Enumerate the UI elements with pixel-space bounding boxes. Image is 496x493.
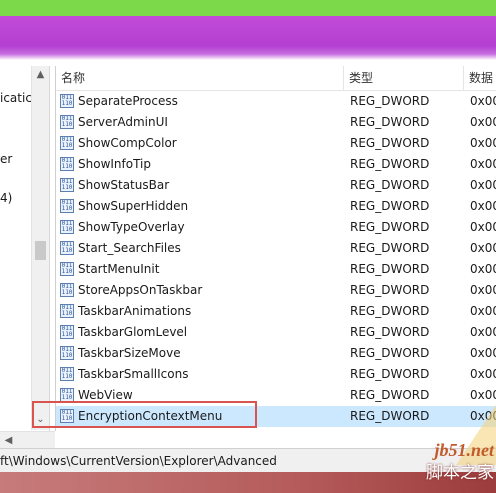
tree-item[interactable]: 4) — [0, 191, 12, 205]
value-name: StoreAppsOnTaskbar — [78, 283, 203, 297]
value-data: 0x00 — [470, 262, 496, 276]
reg-dword-icon: 011 110 — [60, 367, 74, 381]
value-type: REG_DWORD — [350, 157, 430, 171]
reg-dword-icon: 011 110 — [60, 388, 74, 402]
value-name: TaskbarAnimations — [78, 304, 192, 318]
value-name: ShowSuperHidden — [78, 199, 189, 213]
reg-dword-icon: 011 110 — [60, 262, 74, 276]
value-data: 0x00 — [470, 220, 496, 234]
value-type: REG_DWORD — [350, 388, 430, 402]
tree-horizontal-scrollbar[interactable]: ◀ — [0, 431, 55, 449]
value-type: REG_DWORD — [350, 367, 430, 381]
reg-dword-icon: 011 110 — [60, 346, 74, 360]
reg-dword-icon: 011 110 — [60, 94, 74, 108]
value-name: TaskbarSmallIcons — [78, 367, 189, 381]
value-data: 0x00 — [470, 178, 496, 192]
table-row[interactable]: 011 110 ShowCompColor REG_DWORD 0x00 — [56, 133, 496, 154]
value-data: 0x00 — [470, 367, 496, 381]
title-banner — [0, 0, 496, 60]
value-type: REG_DWORD — [350, 220, 430, 234]
table-row[interactable]: 011 110 ShowStatusBar REG_DWORD 0x00 — [56, 175, 496, 196]
reg-dword-icon: 011 110 — [60, 157, 74, 171]
table-row[interactable]: 011 110 TaskbarAnimations REG_DWORD 0x00 — [56, 301, 496, 322]
reg-dword-icon: 011 110 — [60, 199, 74, 213]
value-name: ShowCompColor — [78, 136, 177, 150]
registry-path: ft\Windows\CurrentVersion\Explorer\Advan… — [0, 454, 277, 468]
column-header-type[interactable]: 类型 — [344, 66, 464, 90]
reg-dword-icon: 011 110 — [60, 304, 74, 318]
table-row[interactable]: 011 110 TaskbarSizeMove REG_DWORD 0x00 — [56, 343, 496, 364]
value-type: REG_DWORD — [350, 409, 430, 423]
value-type: REG_DWORD — [350, 304, 430, 318]
table-row[interactable]: 011 110 Start_SearchFiles REG_DWORD 0x00 — [56, 238, 496, 259]
table-row[interactable]: 011 110 SeparateProcess REG_DWORD 0x00 — [56, 91, 496, 112]
value-data: 0x00 — [470, 283, 496, 297]
table-row[interactable]: 011 110 TaskbarSmallIcons REG_DWORD 0x00 — [56, 364, 496, 385]
values-list[interactable]: 名称 类型 数据 011 110 SeparateProcess REG_DWORD… — [55, 66, 496, 431]
scroll-up-icon[interactable]: ▲ — [32, 66, 49, 83]
value-type: REG_DWORD — [350, 283, 430, 297]
value-data: 0x00 — [470, 388, 496, 402]
table-row[interactable]: 011 110 StartMenuInit REG_DWORD 0x00 — [56, 259, 496, 280]
value-type: REG_DWORD — [350, 94, 430, 108]
value-name: ShowInfoTip — [78, 157, 152, 171]
value-type: REG_DWORD — [350, 262, 430, 276]
watermark: jb51.net 脚本之家 — [394, 439, 494, 489]
table-row[interactable]: 011 110 ShowTypeOverlay REG_DWORD 0x00 — [56, 217, 496, 238]
value-data: 0x00 — [470, 199, 496, 213]
tree-item[interactable]: er — [0, 152, 12, 166]
watermark-logo: jb51.net — [434, 440, 494, 460]
value-data: 0x00 — [470, 157, 496, 171]
table-row[interactable]: 011 110 TaskbarGlomLevel REG_DWORD 0x00 — [56, 322, 496, 343]
value-name: ShowTypeOverlay — [78, 220, 185, 234]
reg-dword-icon: 011 110 — [60, 220, 74, 234]
tree-item[interactable]: icatic — [0, 91, 32, 105]
value-name: ServerAdminUI — [78, 115, 168, 129]
value-data: 0x00 — [470, 304, 496, 318]
reg-dword-icon: 011 110 — [60, 241, 74, 255]
table-row[interactable]: 011 110 ShowInfoTip REG_DWORD 0x00 — [56, 154, 496, 175]
column-header: 名称 类型 数据 — [56, 66, 496, 91]
value-type: REG_DWORD — [350, 325, 430, 339]
highlight-annotation — [32, 401, 257, 428]
table-row[interactable]: 011 110 StoreAppsOnTaskbar REG_DWORD 0x00 — [56, 280, 496, 301]
scroll-thumb[interactable] — [35, 241, 46, 260]
reg-dword-icon: 011 110 — [60, 325, 74, 339]
value-data: 0x00 — [470, 115, 496, 129]
tree-vertical-scrollbar[interactable]: ▲ ⌄ — [31, 66, 49, 430]
column-header-data[interactable]: 数据 — [464, 66, 496, 90]
value-type: REG_DWORD — [350, 199, 430, 213]
value-type: REG_DWORD — [350, 346, 430, 360]
value-type: REG_DWORD — [350, 115, 430, 129]
scroll-left-icon[interactable]: ◀ — [0, 432, 17, 449]
value-name: TaskbarSizeMove — [78, 346, 181, 360]
value-name: TaskbarGlomLevel — [78, 325, 188, 339]
value-name: SeparateProcess — [78, 94, 178, 108]
value-data: 0x00 — [470, 346, 496, 360]
value-type: REG_DWORD — [350, 136, 430, 150]
table-row[interactable]: 011 110 ServerAdminUI REG_DWORD 0x00 — [56, 112, 496, 133]
column-header-name[interactable]: 名称 — [56, 66, 344, 90]
value-type: REG_DWORD — [350, 178, 430, 192]
value-name: Start_SearchFiles — [78, 241, 181, 255]
value-data: 0x00 — [470, 94, 496, 108]
value-data: 0x00 — [470, 136, 496, 150]
value-data: 0x00 — [470, 241, 496, 255]
value-type: REG_DWORD — [350, 241, 430, 255]
reg-dword-icon: 011 110 — [60, 178, 74, 192]
value-data: 0x00 — [470, 325, 496, 339]
reg-dword-icon: 011 110 — [60, 283, 74, 297]
value-name: ShowStatusBar — [78, 178, 170, 192]
table-row[interactable]: 011 110 ShowSuperHidden REG_DWORD 0x00 — [56, 196, 496, 217]
watermark-text: 脚本之家 — [426, 463, 494, 483]
value-name: StartMenuInit — [78, 262, 160, 276]
reg-dword-icon: 011 110 — [60, 115, 74, 129]
reg-dword-icon: 011 110 — [60, 136, 74, 150]
